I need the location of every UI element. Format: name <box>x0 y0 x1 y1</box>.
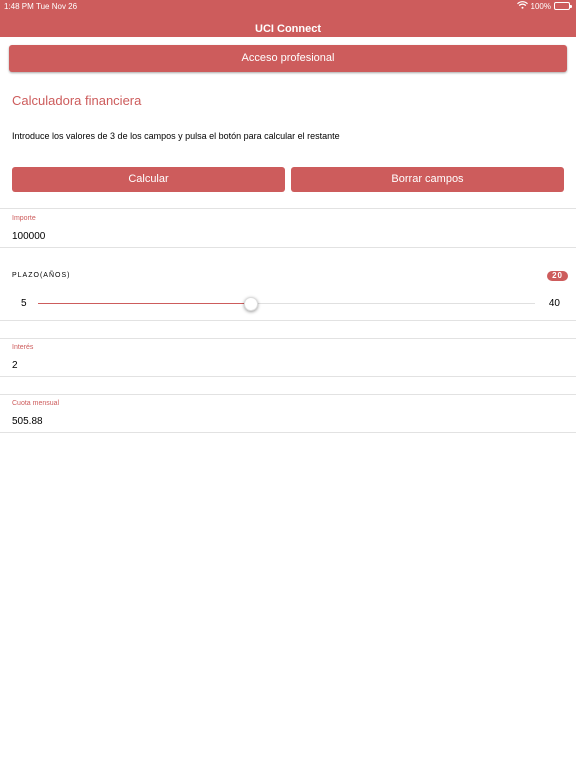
section-title: Calculadora financiera <box>12 93 142 108</box>
divider <box>0 320 576 321</box>
cuota-label: Cuota mensual <box>12 400 60 407</box>
clear-fields-button[interactable]: Borrar campos <box>291 167 564 192</box>
top-bar: 1:48 PM Tue Nov 26 100% UCI Connect <box>0 0 576 37</box>
wifi-icon <box>516 1 528 11</box>
interes-input[interactable]: 2 <box>12 360 18 371</box>
professional-access-button[interactable]: Acceso profesional <box>9 45 567 72</box>
importe-input[interactable]: 100000 <box>12 231 45 242</box>
divider <box>0 338 576 339</box>
status-indicators: 100% <box>516 1 572 11</box>
importe-label: Importe <box>12 215 36 222</box>
plazo-slider-fill <box>38 303 251 304</box>
slider-min-label: 5 <box>21 298 27 309</box>
status-date: Tue Nov 26 <box>36 2 78 11</box>
battery-percent: 100% <box>530 1 551 11</box>
slider-max-label: 40 <box>548 298 560 309</box>
battery-icon <box>554 2 572 10</box>
divider <box>0 247 576 248</box>
calculate-button[interactable]: Calcular <box>12 167 285 192</box>
status-time: 1:48 PM <box>4 2 34 11</box>
plazo-slider-track[interactable] <box>38 303 535 304</box>
plazo-label: PLAZO(AÑOS) <box>12 272 71 279</box>
instructions-text: Introduce los valores de 3 de los campos… <box>12 131 340 141</box>
divider <box>0 208 576 209</box>
divider <box>0 394 576 395</box>
divider <box>0 432 576 433</box>
interes-label: Interés <box>12 344 34 351</box>
plazo-value-badge: 20 <box>547 271 568 281</box>
plazo-slider-thumb[interactable] <box>244 297 258 311</box>
divider <box>0 376 576 377</box>
app-title: UCI Connect <box>255 23 321 35</box>
cuota-input[interactable]: 505.88 <box>12 416 43 427</box>
